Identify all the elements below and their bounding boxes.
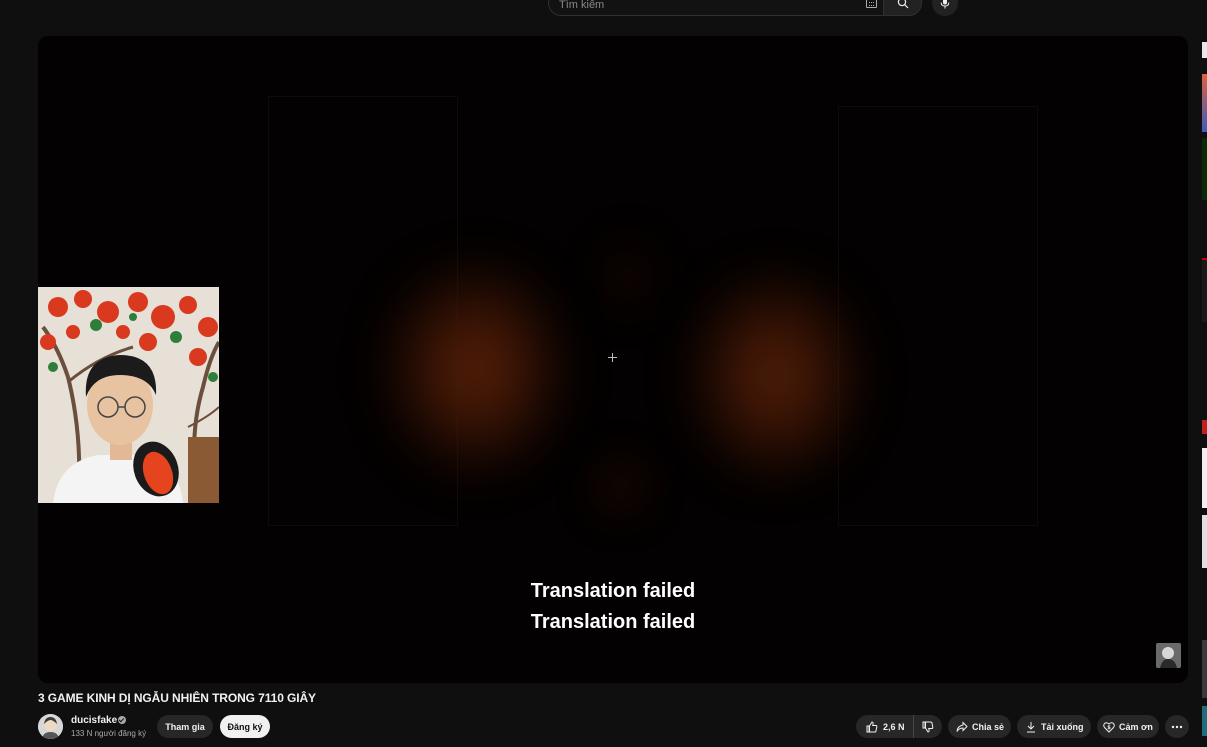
scene-right-frame [838,106,1038,526]
recommended-thumbnail[interactable] [1202,640,1207,698]
like-count: 2,6 N [883,721,905,732]
recommended-thumbnail[interactable] [1202,258,1207,322]
caption-line: Translation failed [530,580,696,602]
recommended-thumbnail[interactable] [1202,138,1207,200]
thanks-label: Cảm ơn [1119,721,1153,732]
share-label: Chia sẻ [972,721,1005,732]
watermark-image [1156,643,1181,668]
like-button[interactable]: 2,6 N [856,715,914,738]
subscriber-count: 133 N người đăng ký [71,729,147,738]
channel-avatar[interactable] [38,714,63,739]
svg-text:$: $ [1107,725,1111,731]
recommended-thumbnail[interactable] [1202,515,1207,568]
search-box[interactable] [548,0,883,16]
channel-watermark[interactable] [1156,643,1181,668]
subscribe-button[interactable]: Đăng ký [220,715,270,738]
scene-glow [593,456,648,516]
download-label: Tải xuống [1041,721,1084,732]
share-icon [956,720,968,732]
video-player[interactable]: Translation failed Translation failed [38,36,1188,683]
download-icon [1027,721,1035,732]
scene-glow [383,261,568,476]
thumbs-down-icon [922,721,934,733]
join-button[interactable]: Tham gia [157,715,213,738]
dislike-button[interactable] [914,715,942,738]
share-button[interactable]: Chia sẻ [948,715,1011,738]
avatar-image [38,714,63,739]
more-horizontal-icon [1171,725,1183,728]
youtube-watch-page: Translation failed Translation failed 3 … [0,0,1207,747]
like-dislike-group: 2,6 N [856,715,942,738]
webcam-overlay [38,287,219,503]
more-actions-button[interactable] [1165,715,1189,738]
sidebar-chip[interactable] [1202,42,1207,58]
recommended-thumbnail[interactable] [1202,448,1207,508]
scene-glow [598,236,658,316]
video-owner-row: ducisfake 133 N người đăng ký Tham gia Đ… [38,713,1190,741]
caption-window: Translation failed Translation failed [38,576,1188,638]
download-button[interactable]: Tải xuống [1017,715,1091,738]
search-input[interactable] [559,0,849,13]
search-icon [897,0,908,9]
verified-badge-icon [118,716,126,724]
streamer-webcam-image [38,287,219,503]
channel-name[interactable]: ducisfake [71,715,117,726]
recommended-thumbnail[interactable] [1202,706,1207,736]
caption-line: Translation failed [530,611,696,633]
super-thanks-icon: $ [1103,721,1115,733]
video-title: 3 GAME KINH DỊ NGẪU NHIÊN TRONG 7110 GIÂ… [38,691,316,705]
recommended-thumbnail[interactable] [1202,74,1207,132]
voice-search-button[interactable] [932,0,958,16]
search-bar [548,0,958,16]
thumbs-up-icon [866,720,878,732]
thanks-button[interactable]: $ Cảm ơn [1097,715,1159,738]
recommended-badge [1202,420,1207,434]
scene-glow [688,271,863,481]
keyboard-icon[interactable] [866,0,877,8]
search-button[interactable] [883,0,922,16]
crosshair-icon [608,353,617,362]
microphone-icon [940,0,950,9]
